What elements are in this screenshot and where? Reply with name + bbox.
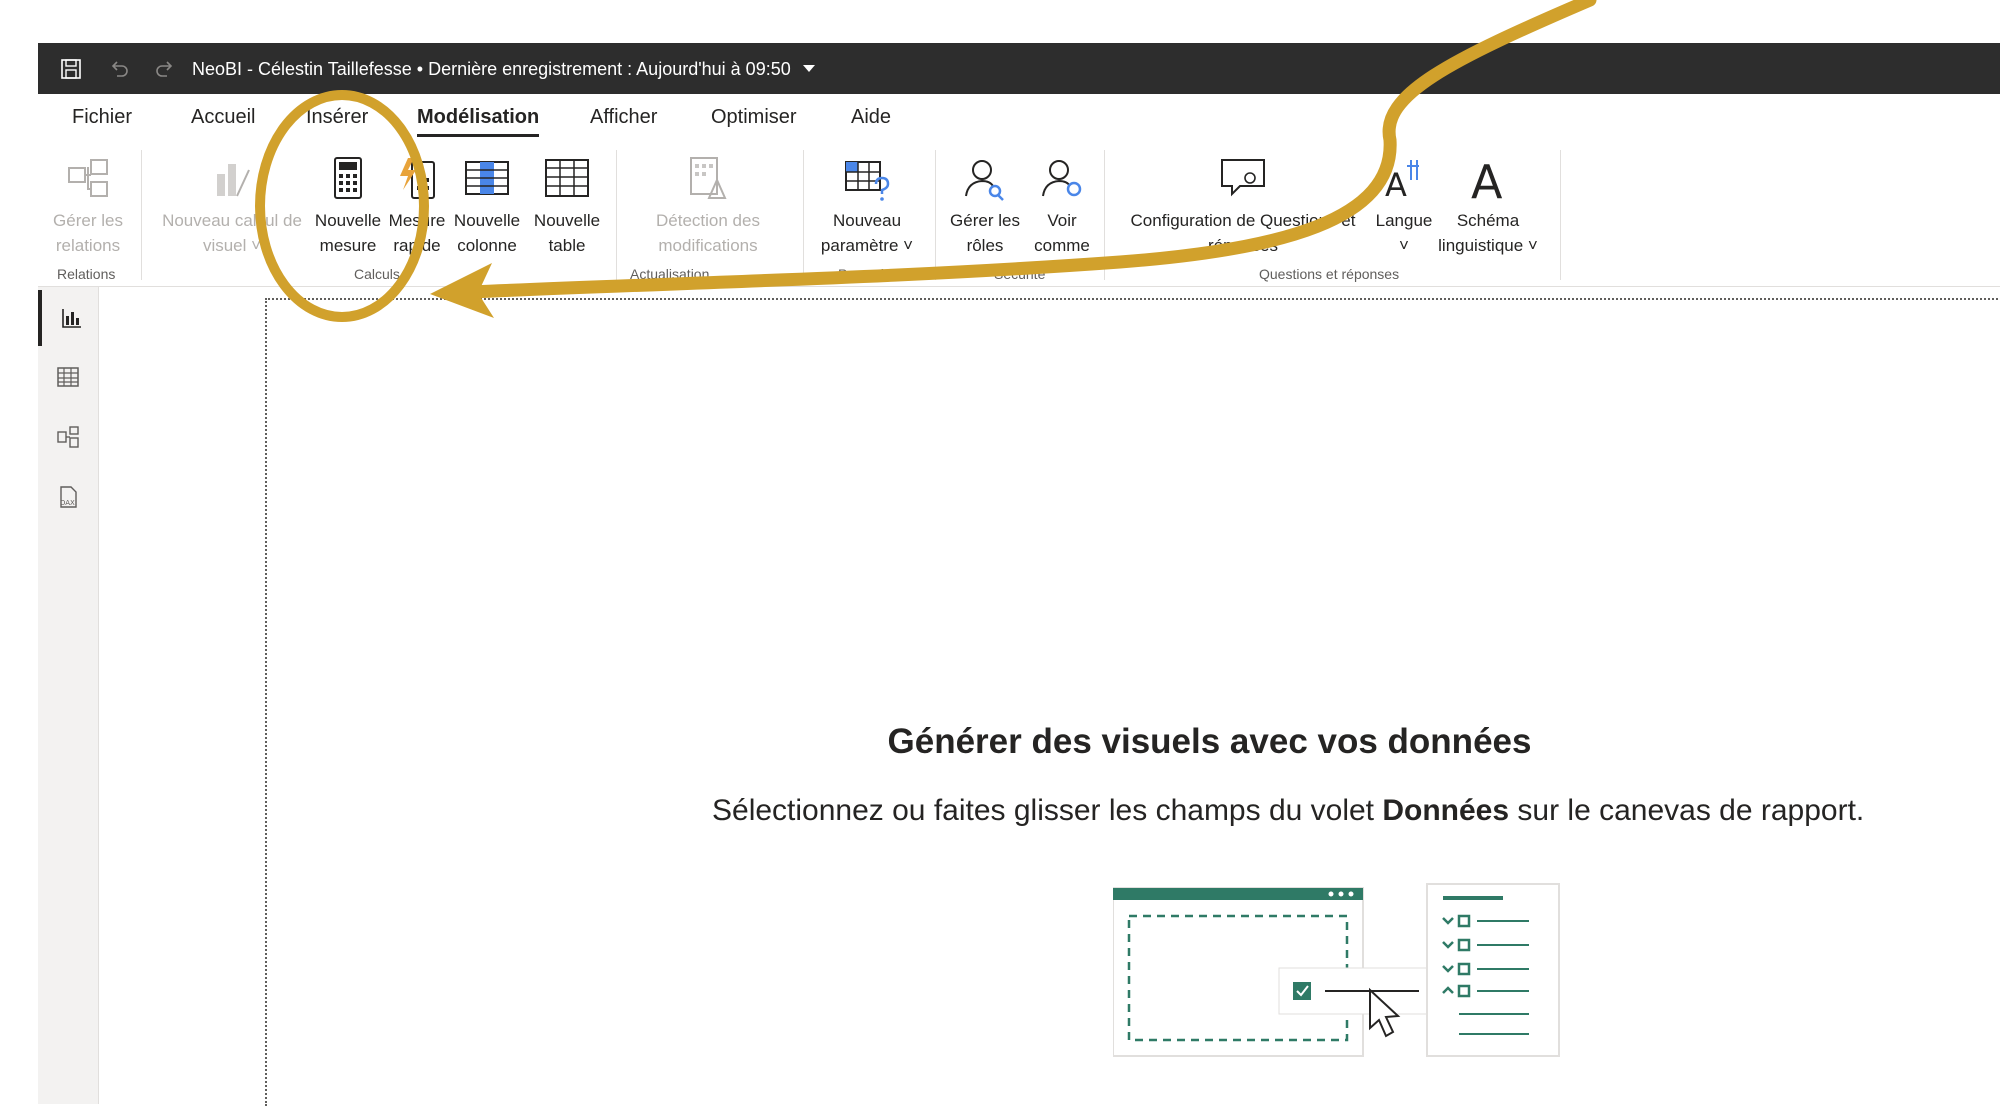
- drag-fields-illustration: [1113, 883, 1560, 1057]
- manage-relations-button[interactable]: Gérer les relations: [48, 156, 128, 258]
- calculator-icon: [334, 157, 362, 199]
- manage-roles-label-2: rôles: [966, 236, 1004, 255]
- group-relations-label: Relations: [57, 266, 116, 282]
- redo-icon[interactable]: [150, 54, 180, 84]
- canvas-subtitle-suffix: sur le canevas de rapport.: [1509, 794, 1865, 827]
- table-view-icon: [57, 367, 79, 387]
- new-column-icon: [465, 161, 509, 195]
- ribbon-separator: [803, 150, 804, 280]
- relations-icon: [68, 159, 108, 197]
- new-visual-calculation-label-1: Nouveau calcul de: [162, 211, 302, 230]
- undo-icon[interactable]: [104, 54, 134, 84]
- qa-setup-label-1: Configuration de Questions et: [1130, 211, 1356, 230]
- group-parameters-label: Paramètres: [838, 266, 911, 282]
- new-parameter-label-2: paramètre ˅: [820, 236, 914, 255]
- view-as-label-1: Voir: [1047, 211, 1077, 230]
- tab-optimiser[interactable]: Optimiser: [711, 106, 797, 129]
- view-navigation: DAX: [38, 287, 99, 1104]
- tab-aide[interactable]: Aide: [851, 106, 891, 129]
- manage-roles-icon: [965, 160, 1004, 201]
- model-view-button[interactable]: [38, 409, 98, 465]
- window-title: NeoBI - Célestin Taillefesse • Dernière …: [192, 59, 791, 79]
- new-table-label-2: table: [548, 236, 586, 255]
- visual-calculation-icon: [217, 164, 250, 197]
- quick-measure-button[interactable]: Mesure rapide: [384, 156, 450, 258]
- language-icon: A: [1385, 160, 1419, 202]
- new-measure-label-1: Nouvelle: [314, 211, 382, 230]
- canvas-subtitle: Sélectionnez ou faites glisser les champ…: [712, 794, 1864, 828]
- ribbon-separator: [1560, 150, 1561, 280]
- tab-inserer[interactable]: Insérer: [306, 106, 368, 129]
- parameter-icon: [845, 161, 890, 201]
- new-visual-calculation-button[interactable]: Nouveau calcul de visuel ˅: [153, 156, 311, 258]
- save-icon[interactable]: [56, 54, 86, 84]
- view-as-label-2: comme: [1034, 236, 1090, 255]
- svg-text:DAX: DAX: [60, 499, 75, 507]
- view-as-icon: [1042, 160, 1082, 197]
- canvas-title: Générer des visuels avec vos données: [887, 722, 1532, 761]
- linguistic-schema-label-1: Schéma: [1456, 211, 1520, 230]
- ribbon-separator: [141, 150, 142, 280]
- quick-measure-label-1: Mesure: [388, 211, 446, 230]
- group-security-label: Sécurité: [994, 266, 1046, 282]
- ribbon-separator: [616, 150, 617, 280]
- ribbon-separator: [935, 150, 936, 280]
- linguistic-schema-icon: A: [1471, 156, 1503, 202]
- new-table-label-1: Nouvelle: [533, 211, 601, 230]
- qa-setup-label-2: réponses: [1208, 236, 1278, 255]
- new-measure-label-2: mesure: [319, 236, 377, 255]
- new-measure-button[interactable]: Nouvelle mesure: [307, 156, 389, 258]
- report-canvas[interactable]: Générer des visuels avec vos données Sél…: [265, 298, 2000, 1106]
- linguistic-schema-label-2: linguistique ˅: [1438, 236, 1538, 255]
- new-visual-calculation-label-2: visuel ˅: [202, 236, 262, 255]
- new-column-label-1: Nouvelle: [453, 211, 521, 230]
- title-dropdown-icon[interactable]: [803, 65, 815, 72]
- new-table-button[interactable]: Nouvelle table: [527, 156, 607, 258]
- tab-accueil[interactable]: Accueil: [191, 106, 255, 129]
- change-detection-button[interactable]: Détection des modifications: [638, 156, 778, 258]
- ribbon: Fichier Accueil Insérer Modélisation Aff…: [38, 94, 2000, 287]
- view-as-button[interactable]: Voir comme: [1023, 156, 1101, 258]
- dax-query-view-button[interactable]: DAX: [38, 469, 98, 525]
- quick-measure-label-2: rapide: [393, 236, 441, 255]
- ribbon-separator: [1104, 150, 1105, 280]
- manage-relations-label-1: Gérer les: [53, 211, 123, 230]
- new-parameter-button[interactable]: Nouveau paramètre ˅: [811, 156, 923, 258]
- tab-afficher[interactable]: Afficher: [590, 106, 657, 129]
- manage-roles-label-1: Gérer les: [950, 211, 1020, 230]
- manage-relations-label-2: relations: [55, 236, 121, 255]
- canvas-subtitle-bold: Données: [1382, 794, 1510, 827]
- new-column-label-2: colonne: [457, 236, 517, 255]
- new-column-button[interactable]: Nouvelle colonne: [448, 156, 526, 258]
- table-view-button[interactable]: [38, 349, 98, 405]
- tab-fichier[interactable]: Fichier: [72, 106, 132, 129]
- group-update-label: Actualisation: [630, 266, 710, 282]
- dax-query-icon: DAX: [60, 486, 77, 508]
- canvas-subtitle-prefix: Sélectionnez ou faites glisser les champ…: [712, 794, 1383, 827]
- linguistic-schema-button[interactable]: A Schéma linguistique ˅: [1428, 156, 1548, 258]
- change-detection-label-2: modifications: [658, 236, 758, 255]
- tab-modelisation[interactable]: Modélisation: [417, 106, 540, 137]
- new-table-icon: [545, 159, 589, 197]
- title-bar: NeoBI - Célestin Taillefesse • Dernière …: [38, 43, 2000, 94]
- change-detection-icon: [690, 157, 727, 199]
- report-view-icon: [62, 309, 81, 328]
- qa-setup-button[interactable]: Configuration de Questions et réponses: [1118, 156, 1368, 258]
- quick-measure-icon: [400, 158, 435, 199]
- group-calculations-label: Calculs: [354, 266, 400, 282]
- new-parameter-label-1: Nouveau: [832, 211, 902, 230]
- manage-roles-button[interactable]: Gérer les rôles: [945, 156, 1025, 258]
- svg-text:A: A: [1385, 166, 1407, 202]
- qa-setup-icon: [1221, 159, 1265, 197]
- svg-text:A: A: [1471, 156, 1503, 202]
- report-view-button[interactable]: [38, 290, 102, 346]
- model-view-icon: [57, 426, 79, 448]
- group-qa-label: Questions et réponses: [1259, 266, 1400, 282]
- change-detection-label-1: Détection des: [656, 211, 760, 230]
